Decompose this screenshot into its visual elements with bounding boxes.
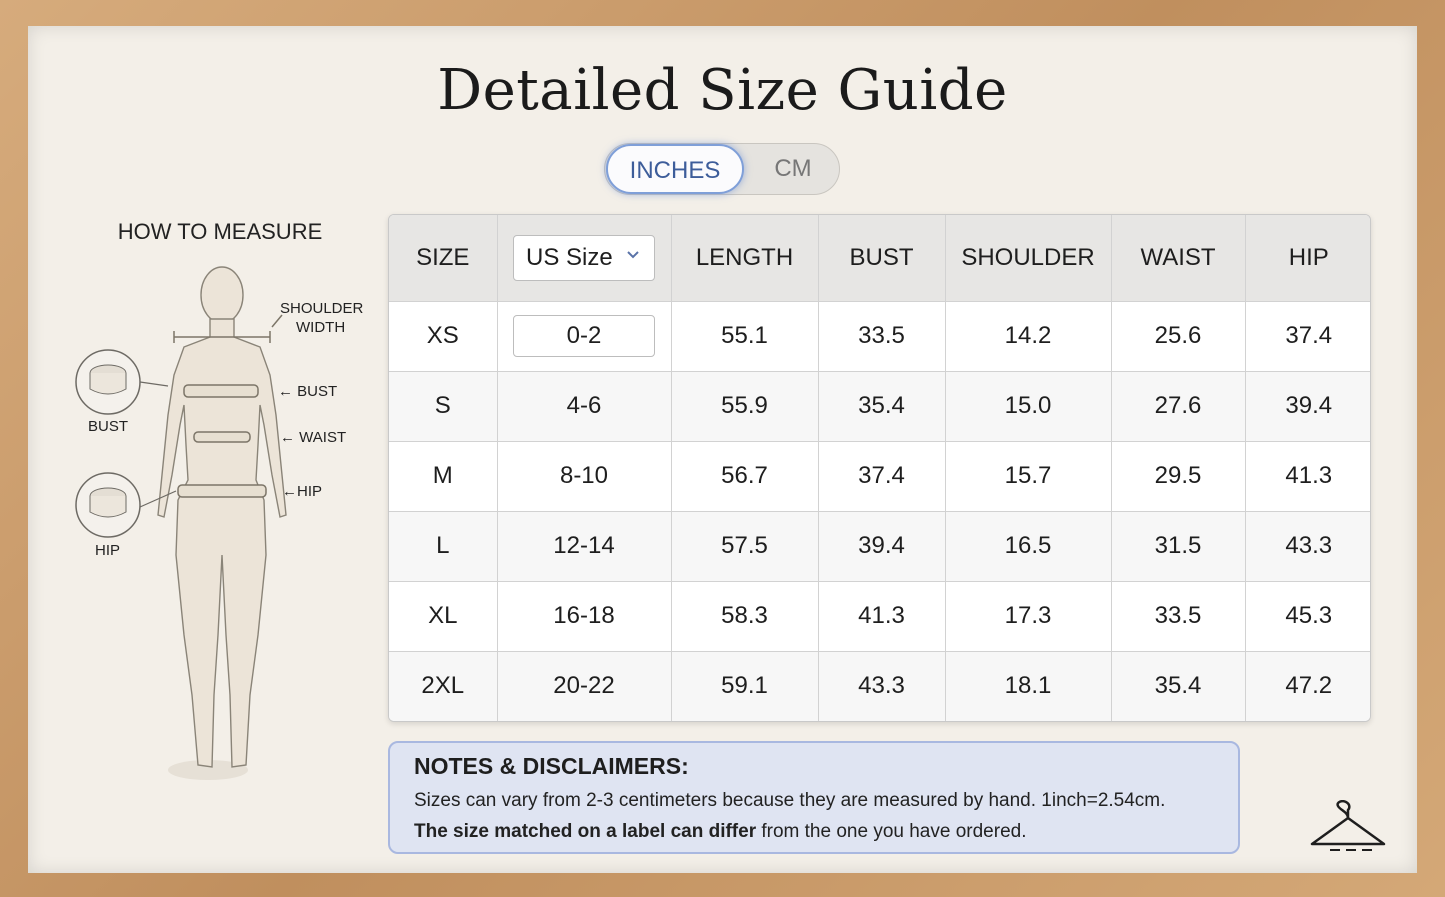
hanger-icon <box>1310 800 1386 851</box>
cell-bust: 35.4 <box>818 371 946 442</box>
cell-waist: 29.5 <box>1111 441 1246 512</box>
cell-size: XS <box>389 301 498 372</box>
chevron-down-icon <box>627 251 639 259</box>
header-bust: BUST <box>818 215 946 302</box>
cell-waist: 31.5 <box>1111 511 1246 582</box>
cell-size: 2XL <box>389 651 498 721</box>
cell-size: M <box>389 441 498 512</box>
cell-us-size: 0-2 <box>497 301 672 372</box>
unit-toggle[interactable]: INCHES CM <box>604 143 840 195</box>
cell-length: 57.5 <box>671 511 819 582</box>
cell-bust: 37.4 <box>818 441 946 512</box>
cell-hip: 45.3 <box>1245 581 1370 652</box>
cell-bust: 41.3 <box>818 581 946 652</box>
table-row: M 8-10 56.7 37.4 15.7 29.5 41.3 <box>389 441 1370 512</box>
us-size-dropdown[interactable]: US Size <box>513 234 655 281</box>
label-shoulder-2: WIDTH <box>296 319 345 336</box>
cell-us-size: 12-14 <box>497 511 672 582</box>
header-hip: HIP <box>1245 215 1370 302</box>
body-figure-illustration: SHOULDER WIDTH ← BUST ← WAIST ←HIP BUST … <box>75 266 364 780</box>
cell-shoulder: 16.5 <box>945 511 1112 582</box>
cell-shoulder: 14.2 <box>945 301 1112 372</box>
cell-us-size: 8-10 <box>497 441 672 512</box>
cell-shoulder: 15.7 <box>945 441 1112 512</box>
cell-us-size: 4-6 <box>497 371 672 442</box>
header-size: SIZE <box>389 215 498 302</box>
cell-bust: 39.4 <box>818 511 946 582</box>
notes-line-2-rest: from the one you have ordered. <box>756 821 1027 842</box>
cell-hip: 39.4 <box>1245 371 1370 442</box>
header-waist: WAIST <box>1111 215 1246 302</box>
table-row: L 12-14 57.5 39.4 16.5 31.5 43.3 <box>389 511 1370 582</box>
notes-heading: NOTES & DISCLAIMERS: <box>414 753 689 779</box>
label-shoulder-1: SHOULDER <box>280 300 364 317</box>
unit-option-cm[interactable]: CM <box>745 144 841 194</box>
size-table: SIZE US Size LENGTH BUST SHOULDER WAIST … <box>389 215 1370 721</box>
cell-bust: 43.3 <box>818 651 946 721</box>
label-bust: ← BUST <box>278 383 337 400</box>
label-bust-tape: BUST <box>88 418 128 435</box>
cell-waist: 27.6 <box>1111 371 1246 442</box>
cell-waist: 25.6 <box>1111 301 1246 372</box>
us-size-value-box: 0-2 <box>513 315 655 357</box>
table-row: XS 0-2 55.1 33.5 14.2 25.6 37.4 <box>389 301 1370 372</box>
table-row: XL 16-18 58.3 41.3 17.3 33.5 45.3 <box>389 581 1370 652</box>
cell-bust: 33.5 <box>818 301 946 372</box>
unit-option-inches[interactable]: INCHES <box>606 144 744 194</box>
cell-size: S <box>389 371 498 442</box>
cell-waist: 35.4 <box>1111 651 1246 721</box>
cell-size: XL <box>389 581 498 652</box>
cell-size: L <box>389 511 498 582</box>
cell-shoulder: 17.3 <box>945 581 1112 652</box>
notes-panel: NOTES & DISCLAIMERS: Sizes can vary from… <box>388 741 1240 854</box>
cell-hip: 47.2 <box>1285 672 1333 700</box>
us-size-dropdown-label: US Size <box>526 243 613 271</box>
cell-length: 58.3 <box>671 581 819 652</box>
cell-shoulder: 18.1 <box>945 651 1112 721</box>
header-us-size: US Size <box>497 215 672 302</box>
cell-hip: 43.3 <box>1245 511 1370 582</box>
cell-waist: 33.5 <box>1111 581 1246 652</box>
how-to-measure-heading: HOW TO MEASURE <box>117 219 323 244</box>
cell-shoulder: 15.0 <box>945 371 1112 442</box>
table-row: 2XL 20-22 59.1 43.3 18.1 35.4 47.2 <box>389 651 1370 721</box>
size-table-container: SIZE US Size LENGTH BUST SHOULDER WAIST … <box>388 214 1371 722</box>
bust-tape-icon <box>75 349 169 415</box>
label-waist: ← WAIST <box>280 429 346 446</box>
cell-length: 56.7 <box>671 441 819 512</box>
table-header-row: SIZE US Size LENGTH BUST SHOULDER WAIST … <box>389 215 1370 302</box>
cell-length: 55.1 <box>671 301 819 372</box>
body-measurement-figure: SHOULDER WIDTH ← BUST ← WAIST ←HIP BUST … <box>60 255 380 795</box>
notes-line-2-bold: The size matched on a label can differ <box>414 821 757 842</box>
table-row: S 4-6 55.9 35.4 15.0 27.6 39.4 <box>389 371 1370 442</box>
cell-hip: 37.4 <box>1245 301 1370 372</box>
cell-length: 55.9 <box>671 371 819 442</box>
cell-length: 59.1 <box>671 651 819 721</box>
notes-line-2: The size matched on a label can differ f… <box>414 816 1214 847</box>
cell-hip: 41.3 <box>1245 441 1370 512</box>
cell-us-size: 20-22 <box>497 651 672 721</box>
cell-us-size: 16-18 <box>497 581 672 652</box>
page-title: Detailed Size Guide <box>437 58 1008 123</box>
header-length: LENGTH <box>671 215 819 302</box>
header-shoulder: SHOULDER <box>945 215 1112 302</box>
notes-line-1: Sizes can vary from 2-3 centimeters beca… <box>414 790 1166 811</box>
label-hip: ←HIP <box>282 483 322 500</box>
label-hip-tape: HIP <box>95 542 120 559</box>
